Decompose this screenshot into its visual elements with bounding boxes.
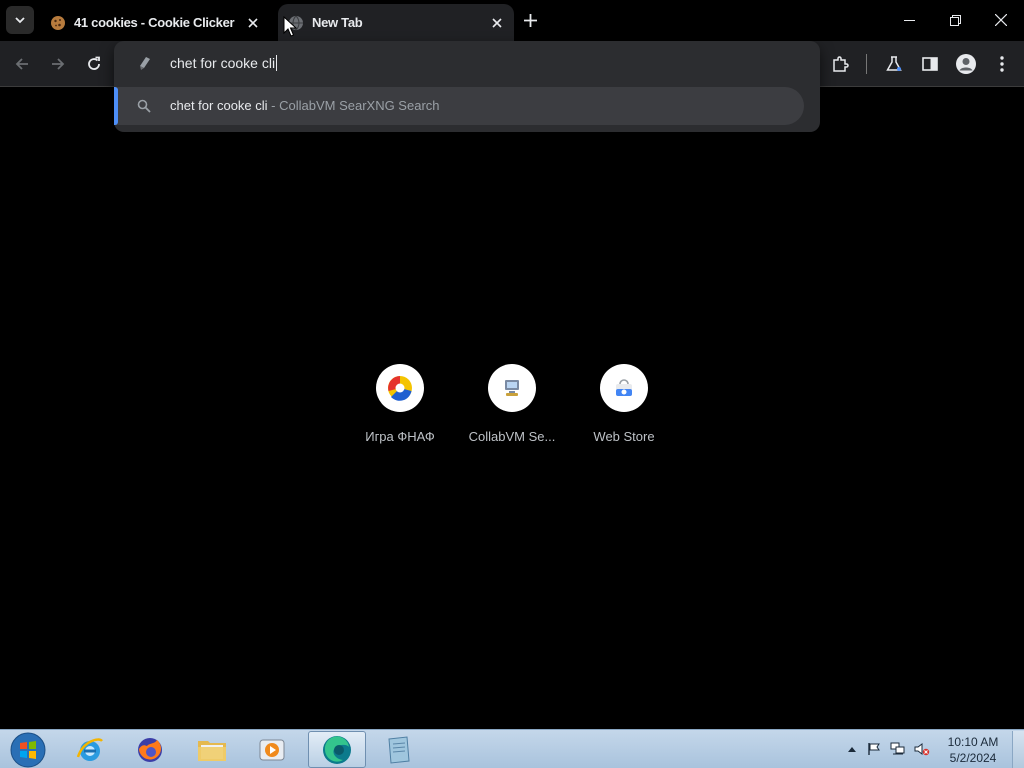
- suggestion-source: - CollabVM SearXNG Search: [267, 98, 440, 113]
- start-button[interactable]: [0, 731, 56, 768]
- internet-explorer-button[interactable]: [62, 731, 118, 768]
- volume-muted-icon: [914, 743, 930, 756]
- puzzle-icon: [833, 56, 849, 72]
- firefox-icon: [138, 737, 162, 762]
- reload-button[interactable]: [80, 50, 108, 78]
- toolbar-divider: [866, 54, 867, 74]
- notepad-button[interactable]: [370, 731, 426, 768]
- reload-icon: [88, 56, 100, 70]
- clock-date: 5/2/2024: [949, 751, 997, 765]
- chevron-down-icon: [15, 17, 25, 24]
- plus-icon: [523, 13, 537, 27]
- folder-icon: [198, 740, 226, 761]
- search-icon: [137, 99, 151, 113]
- file-explorer-button[interactable]: [184, 731, 240, 768]
- media-player-button[interactable]: [244, 731, 300, 768]
- cookie-icon: [51, 15, 65, 30]
- notepad-icon: [388, 735, 410, 764]
- arrow-right-icon: [52, 58, 65, 70]
- omnibox-input[interactable]: chet for cooke cli: [114, 41, 820, 85]
- minimize-icon: [903, 19, 915, 21]
- close-icon[interactable]: [244, 14, 262, 32]
- firefox-button[interactable]: [122, 731, 178, 768]
- media-player-icon: [259, 739, 285, 760]
- collabvm-icon: [505, 380, 519, 396]
- back-button[interactable]: [8, 50, 36, 78]
- shortcut-fnaf[interactable]: Игра ФНАФ: [344, 364, 456, 444]
- omnibox-text: chet for cooke cli: [170, 55, 276, 71]
- side-panel-button[interactable]: [916, 50, 944, 78]
- taskbar: 10:10 AM 5/2/2024: [0, 729, 1024, 768]
- extensions-button[interactable]: [826, 50, 854, 78]
- web-store-icon: [616, 379, 632, 396]
- omnibox-suggestion[interactable]: chet for cooke cli - CollabVM SearXNG Se…: [114, 87, 804, 125]
- restore-button[interactable]: [932, 0, 978, 40]
- browser-taskbar-button[interactable]: [308, 731, 366, 768]
- profile-button[interactable]: [952, 50, 980, 78]
- flag-icon: [868, 743, 880, 755]
- more-vert-icon: [1000, 56, 1004, 72]
- searxng-icon: [140, 57, 150, 70]
- shortcut-label: CollabVM Se...: [468, 429, 556, 444]
- show-hidden-icons-button[interactable]: [844, 741, 860, 757]
- arrow-left-icon: [15, 58, 28, 70]
- side-panel-icon: [922, 57, 938, 71]
- fnaf-game-icon: [388, 376, 412, 401]
- chevron-up-icon: [848, 747, 856, 752]
- shortcut-label: Web Store: [593, 429, 655, 444]
- windows-logo-icon: [10, 732, 46, 767]
- labs-button[interactable]: [880, 50, 908, 78]
- edge-browser-icon: [323, 735, 351, 764]
- tab-strip: 41 cookies - Cookie Clicker New Tab: [0, 0, 1024, 41]
- shortcut-label: Игра ФНАФ: [365, 429, 435, 444]
- text-caret: [276, 55, 278, 71]
- screen: 41 cookies - Cookie Clicker New Tab chet…: [0, 0, 1024, 768]
- selection-indicator: [114, 87, 118, 125]
- tab-title: 41 cookies - Cookie Clicker: [74, 15, 235, 30]
- avatar-icon: [956, 54, 976, 74]
- shortcut-collabvm[interactable]: CollabVM Se...: [456, 364, 568, 444]
- mouse-cursor-icon: [283, 16, 297, 37]
- tab-cookie-clicker[interactable]: 41 cookies - Cookie Clicker: [40, 4, 270, 41]
- tab-search-button[interactable]: [6, 6, 34, 34]
- volume-icon[interactable]: [914, 741, 930, 757]
- network-icon[interactable]: [890, 741, 906, 757]
- forward-button[interactable]: [44, 50, 72, 78]
- internet-explorer-icon: [76, 737, 103, 761]
- new-tab-button[interactable]: [519, 9, 541, 31]
- tab-title: New Tab: [312, 15, 363, 30]
- action-center-icon[interactable]: [866, 741, 882, 757]
- tab-new-tab[interactable]: New Tab: [278, 4, 514, 41]
- omnibox-popup: chet for cooke cli chet for cooke cli - …: [114, 41, 820, 132]
- minimize-button[interactable]: [886, 0, 932, 40]
- close-icon: [995, 14, 1007, 26]
- restore-icon: [949, 14, 961, 26]
- shortcut-web-store[interactable]: Web Store: [568, 364, 680, 444]
- show-desktop-button[interactable]: [1012, 731, 1024, 768]
- system-clock[interactable]: 10:10 AM 5/2/2024: [938, 734, 1008, 766]
- close-window-button[interactable]: [978, 0, 1024, 40]
- suggestion-query: chet for cooke cli: [170, 98, 268, 113]
- network-monitor-icon: [890, 742, 905, 755]
- clock-time: 10:10 AM: [947, 735, 999, 749]
- close-icon[interactable]: [488, 14, 506, 32]
- flask-icon: [886, 56, 902, 71]
- menu-button[interactable]: [988, 50, 1016, 78]
